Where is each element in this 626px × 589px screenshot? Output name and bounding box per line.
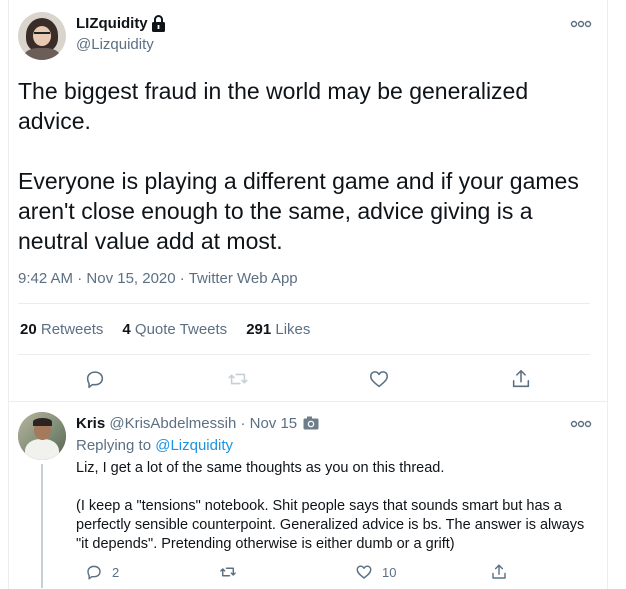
reply-avatar[interactable] [18,412,66,460]
reply-header: Kris @KrisAbdelmessih · Nov 15 [76,415,297,432]
reply-more-options-icon[interactable] [570,418,592,430]
camera-icon [303,416,319,430]
divider [9,401,607,402]
retweet-icon [220,567,236,577]
reply-icon [86,371,104,389]
reply-time[interactable]: · Nov 15 [236,415,297,432]
like-button[interactable] [368,368,390,390]
lock-icon [152,15,165,32]
author-handle[interactable]: @Lizquidity [76,36,154,53]
likes-stat[interactable]: 291 Likes [246,321,310,338]
more-options-icon[interactable] [570,18,592,30]
tweet-stats: 20 Retweets 4 Quote Tweets 291 Likes [20,321,310,338]
tweet-meta: 9:42 AM · Nov 15, 2020 · Twitter Web App [18,270,298,287]
like-count: 10 [382,564,397,580]
quote-tweets-stat[interactable]: 4 Quote Tweets [122,321,227,338]
reply-count: 2 [112,564,120,580]
reply-text: Liz, I get a lot of the same thoughts as… [76,460,585,552]
replying-to-mention[interactable]: @Lizquidity [155,437,233,454]
reply-button[interactable] [84,368,106,390]
retweets-stat[interactable]: 20 Retweets [20,321,103,338]
retweet-button[interactable] [227,368,249,390]
share-icon [512,369,530,388]
reply-author-handle[interactable]: @KrisAbdelmessih [109,415,236,432]
divider [18,354,590,355]
reply-like-button[interactable]: 10 [355,563,396,581]
tweet-time: 9:42 AM [18,270,74,287]
reply-icon [87,565,101,580]
thread-line [41,464,43,588]
tweet-text: The biggest fraud in the world may be ge… [18,78,579,254]
tweet-source-link[interactable]: Twitter Web App [189,270,298,287]
share-button[interactable] [510,368,532,390]
reply-author-name[interactable]: Kris [76,415,105,432]
share-icon [492,564,506,579]
avatar[interactable] [18,12,66,60]
tweet-date: Nov 15, 2020 [86,270,176,287]
author-display-name[interactable]: LIZquidity [76,15,148,32]
tweet-time-link[interactable]: 9:42 AM · Nov 15, 2020 [18,270,176,287]
reply-retweet-button[interactable] [219,563,237,581]
reply-share-button[interactable] [490,563,508,581]
like-icon [369,371,389,388]
replying-to: Replying to @Lizquidity [76,437,233,454]
like-icon [356,565,372,579]
reply-reply-button[interactable]: 2 [85,563,119,581]
retweet-icon [228,373,248,385]
divider [18,303,590,304]
